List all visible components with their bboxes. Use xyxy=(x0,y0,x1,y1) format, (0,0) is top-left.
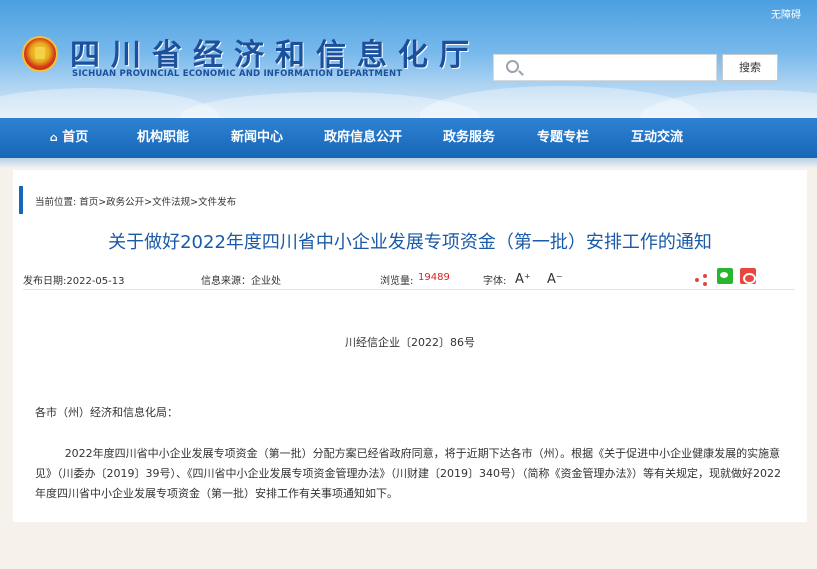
addressee: 各市（州）经济和信息化局： xyxy=(35,406,178,419)
weibo-icon[interactable] xyxy=(740,268,756,284)
font-increase-button[interactable]: A⁺ xyxy=(515,272,531,287)
nav-item-news[interactable]: 新闻中心 xyxy=(210,118,304,158)
article-title: 关于做好2022年度四川省中小企业发展专项资金（第一批）安排工作的通知 xyxy=(108,232,712,253)
article-body: 2022年度四川省中小企业发展专项资金（第一批）分配方案已经省政府同意，将于近期… xyxy=(35,444,791,504)
nav-item-gov-info[interactable]: 政府信息公开 xyxy=(304,118,422,158)
nav-item-label: 首页 xyxy=(62,130,89,145)
wechat-icon[interactable] xyxy=(717,268,733,284)
views-count: 19489 xyxy=(418,272,450,283)
site-banner: 无障碍 四川省经济和信息化厅 SICHUAN PROVINCIAL ECONOM… xyxy=(0,0,817,118)
search-input[interactable] xyxy=(493,54,717,81)
national-emblem-icon xyxy=(22,36,58,72)
site-title[interactable]: 四川省经济和信息化厅 xyxy=(70,30,480,74)
search-button[interactable]: 搜索 xyxy=(722,54,778,81)
accessibility-link[interactable]: 无障碍 xyxy=(771,6,801,21)
info-source: 信息来源：企业处 xyxy=(201,276,281,287)
publish-date: 发布日期:2022-05-13 xyxy=(23,276,125,287)
nav-item-interaction[interactable]: 互动交流 xyxy=(610,118,704,158)
nav-divider-strip xyxy=(0,158,817,168)
nav-item-functions[interactable]: 机构职能 xyxy=(116,118,210,158)
nav-item-home[interactable]: ⌂ 首页 xyxy=(22,118,116,158)
nav-item-topics[interactable]: 专题专栏 xyxy=(516,118,610,158)
share-icon[interactable] xyxy=(695,274,707,286)
breadcrumb[interactable]: 当前位置: 首页>政务公开>文件法规>文件发布 xyxy=(35,194,236,208)
article-paragraph: 2022年度四川省中小企业发展专项资金（第一批）分配方案已经省政府同意，将于近期… xyxy=(35,447,781,500)
font-size-label: 字体: xyxy=(483,276,507,287)
document-number: 川经信企业〔2022〕86号 xyxy=(345,336,475,349)
home-icon: ⌂ xyxy=(49,131,58,144)
site-title-en: SICHUAN PROVINCIAL ECONOMIC AND INFORMAT… xyxy=(72,69,403,79)
search-icon xyxy=(506,60,519,73)
main-nav: ⌂ 首页 机构职能 新闻中心 政府信息公开 政务服务 专题专栏 互动交流 xyxy=(0,118,817,158)
views-label: 浏览量: xyxy=(380,276,414,287)
article-meta: 发布日期:2022-05-13 信息来源：企业处 浏览量: 19489 字体: … xyxy=(23,266,795,290)
article-panel: 当前位置: 首页>政务公开>文件法规>文件发布 关于做好2022年度四川省中小企… xyxy=(13,170,807,522)
nav-item-services[interactable]: 政务服务 xyxy=(422,118,516,158)
font-decrease-button[interactable]: A⁻ xyxy=(547,272,563,287)
breadcrumb-marker xyxy=(19,186,23,214)
